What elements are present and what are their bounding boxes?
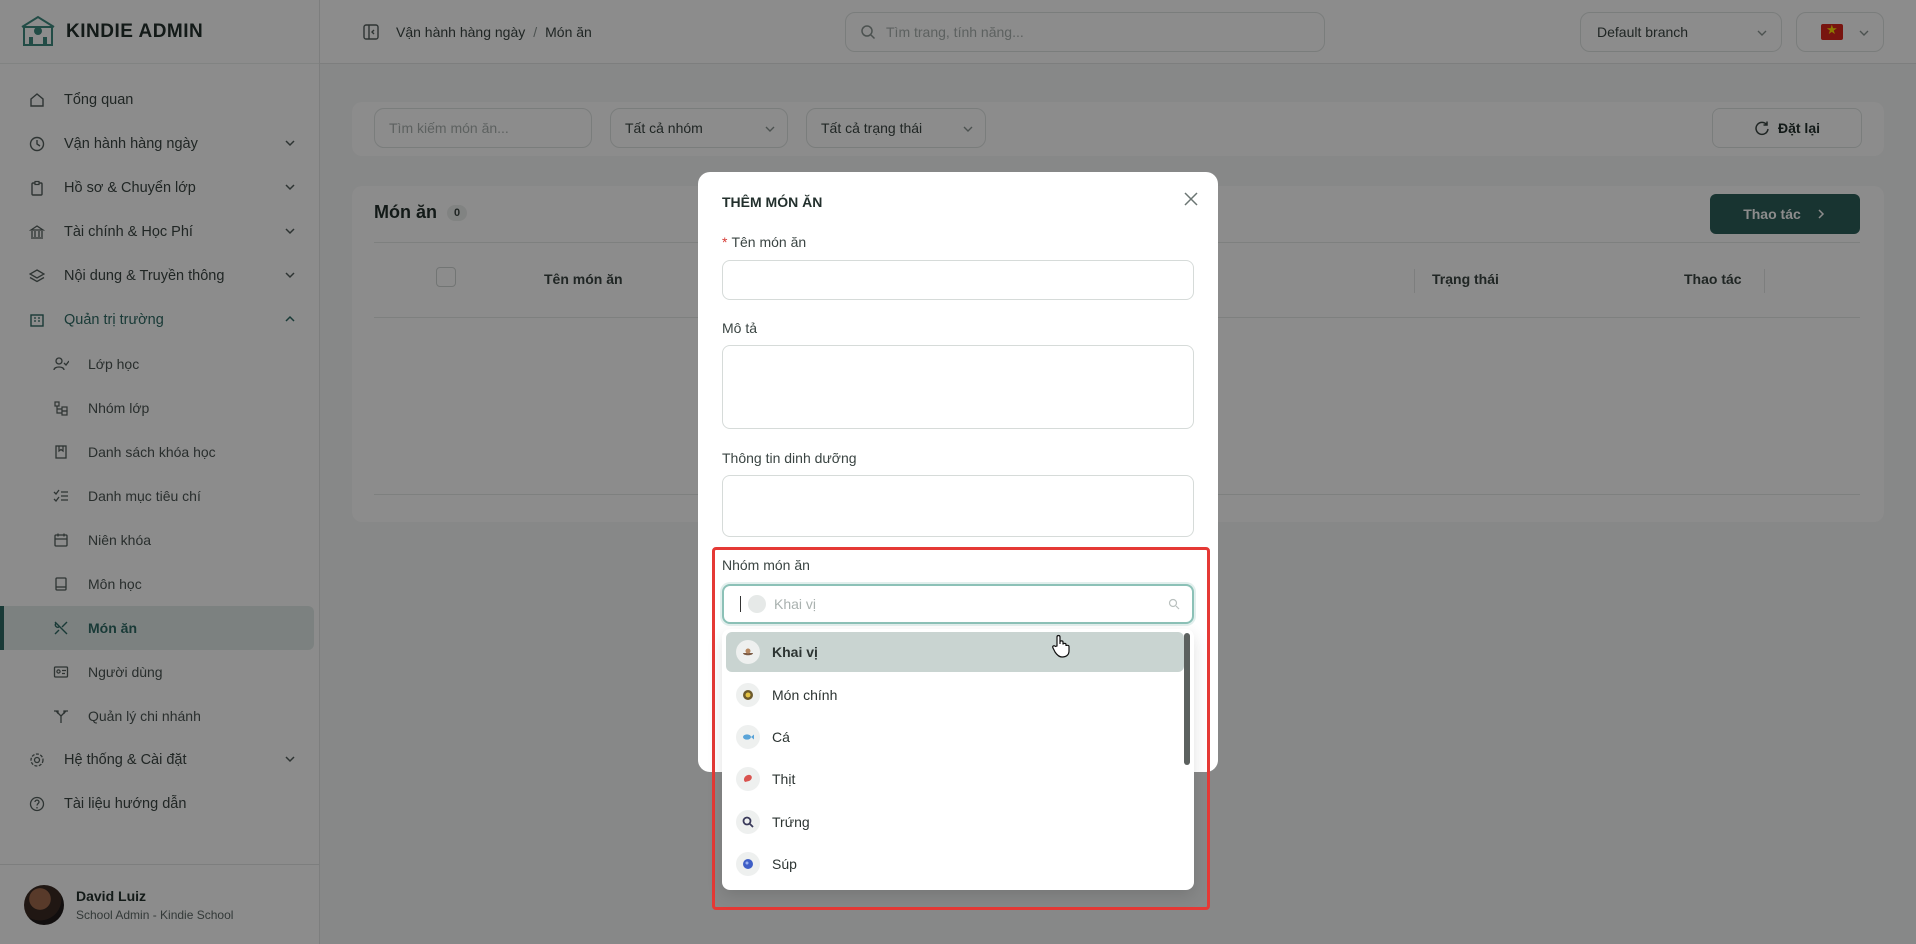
option-main-dish[interactable]: Món chính [726, 675, 1184, 715]
dish-name-label-text: Tên món ăn [731, 234, 807, 250]
hand-pointer-icon [1052, 634, 1070, 658]
required-mark: * [722, 234, 728, 250]
egg-icon [736, 810, 760, 834]
option-soup[interactable]: Súp [726, 844, 1184, 884]
soup-icon [736, 852, 760, 876]
dish-name-label: * Tên món ăn [722, 234, 806, 250]
dish-name-input[interactable] [722, 260, 1194, 300]
option-label: Trứng [772, 814, 810, 830]
close-icon[interactable] [1182, 190, 1200, 208]
dish-group-placeholder: Khai vị [774, 596, 817, 612]
fish-icon [736, 725, 760, 749]
modal-title: THÊM MÓN ĂN [722, 194, 823, 210]
option-label: Thịt [772, 771, 796, 787]
nutrition-label: Thông tin dinh dưỡng [722, 450, 857, 466]
option-label: Món chính [772, 687, 838, 703]
option-fish[interactable]: Cá [726, 717, 1184, 757]
dish-group-select[interactable]: Khai vị [722, 584, 1194, 624]
dish-group-dropdown: Khai vị Món chính Cá Thịt Trứng Súp [722, 629, 1194, 890]
option-appetizer[interactable]: Khai vị [726, 632, 1184, 672]
appetizer-icon [736, 640, 760, 664]
description-textarea[interactable] [722, 345, 1194, 429]
dropdown-scrollbar[interactable] [1184, 633, 1190, 765]
meat-icon [736, 767, 760, 791]
option-meat[interactable]: Thịt [726, 759, 1184, 799]
option-label: Khai vị [772, 644, 818, 660]
option-egg[interactable]: Trứng [726, 802, 1184, 842]
nutrition-textarea[interactable] [722, 475, 1194, 537]
option-label: Cá [772, 729, 790, 745]
option-label: Súp [772, 856, 797, 872]
search-icon [1168, 598, 1180, 610]
main-dish-icon [736, 683, 760, 707]
description-label: Mô tả [722, 320, 758, 336]
appetizer-icon [748, 595, 766, 613]
text-cursor [740, 596, 741, 612]
